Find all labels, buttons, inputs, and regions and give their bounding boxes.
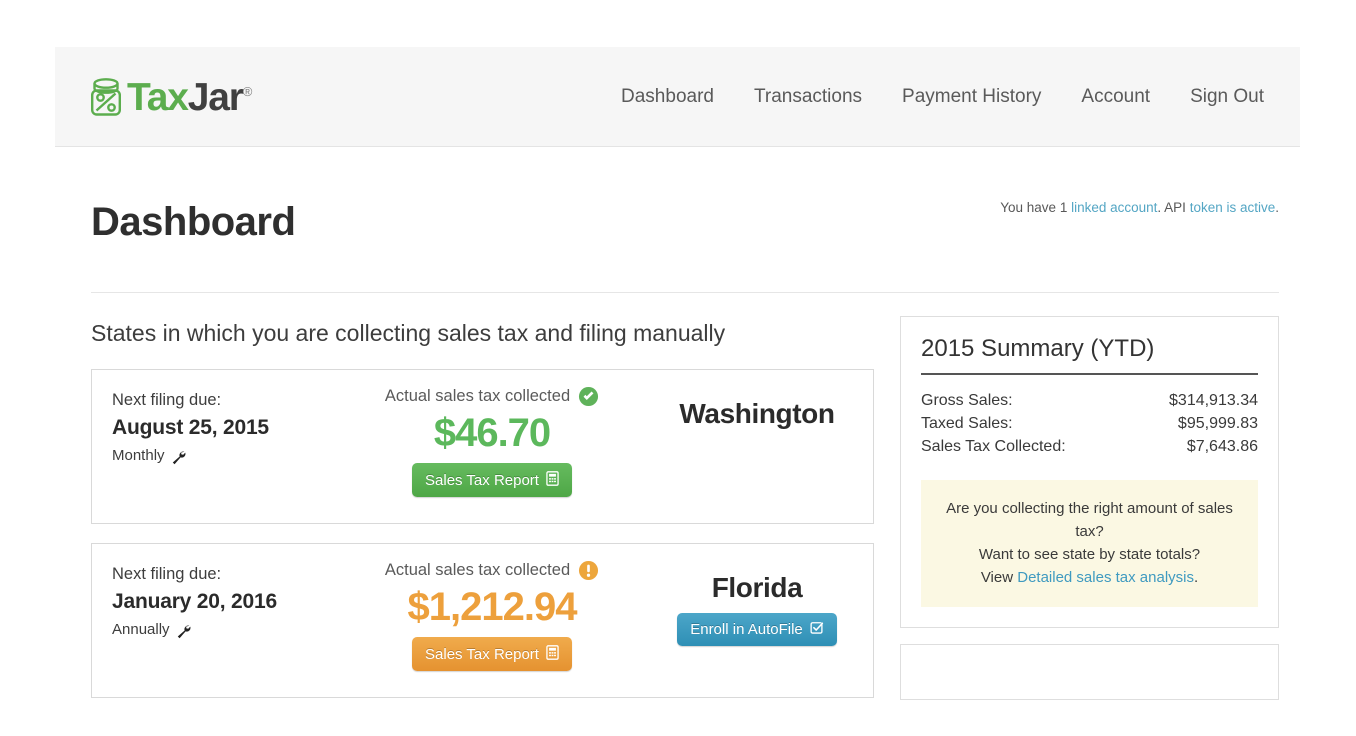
nav-item-sign-out[interactable]: Sign Out [1190, 86, 1264, 108]
sales-tax-analysis-callout: Are you collecting the right amount of s… [921, 480, 1258, 607]
filing-frequency-label: Annually [112, 621, 170, 638]
report-document-icon [546, 645, 559, 663]
account-note-text-1: You have [1000, 200, 1060, 215]
sales-tax-report-button-label: Sales Tax Report [425, 645, 539, 663]
collected-amount-label-text: Actual sales tax collected [384, 561, 571, 579]
next-panel-partial [900, 644, 1279, 700]
state-name: Florida [711, 572, 803, 603]
account-note-text-3: . [1275, 200, 1279, 215]
report-button-wrap: Sales Tax Report [347, 637, 637, 671]
summary-rows: Gross Sales: $314,913.34 Taxed Sales: $9… [921, 389, 1258, 458]
detailed-sales-tax-analysis-link[interactable]: Detailed sales tax analysis [1017, 569, 1194, 586]
summary-row-label: Taxed Sales: [921, 415, 1013, 432]
callout-line-3-suffix: . [1194, 569, 1199, 586]
summary-row: Sales Tax Collected: $7,643.86 [921, 435, 1258, 458]
filing-frequency: Annually [112, 618, 352, 642]
state-name: Washington [679, 398, 835, 429]
filing-frequency: Monthly [112, 444, 352, 468]
report-document-icon [546, 471, 559, 489]
page-root: TaxJar® Dashboard Transactions Payment H… [0, 0, 1356, 736]
brand-name-jar: Jar [187, 75, 244, 119]
nav-links: Dashboard Transactions Payment History A… [621, 47, 1264, 147]
state-block-washington: Washington [652, 394, 862, 434]
filing-due-block: Next filing due: January 20, 2016 Annual… [112, 562, 352, 642]
summary-row-label: Sales Tax Collected: [921, 438, 1066, 455]
collected-amount-label: Actual sales tax collected [347, 386, 637, 407]
exclamation-circle-icon [578, 560, 599, 581]
collected-amount-block: Actual sales tax collected $46.70 Sales … [347, 386, 637, 497]
summary-row-value: $7,643.86 [1186, 438, 1258, 455]
collected-amount-value: $1,212.94 [407, 585, 578, 629]
nav-item-payment-history[interactable]: Payment History [902, 86, 1041, 108]
top-navigation-bar: TaxJar® Dashboard Transactions Payment H… [55, 47, 1300, 147]
sales-tax-report-button[interactable]: Sales Tax Report [412, 463, 572, 497]
collected-amount-label: Actual sales tax collected [347, 560, 637, 581]
report-button-wrap: Sales Tax Report [347, 463, 637, 497]
collected-amount-block: Actual sales tax collected $1,212.94 Sal… [347, 560, 637, 671]
callout-line-3: View Detailed sales tax analysis. [939, 566, 1240, 589]
state-card-florida[interactable]: Next filing due: January 20, 2016 Annual… [91, 543, 874, 698]
check-square-icon [810, 621, 824, 638]
filing-frequency-label: Monthly [112, 447, 165, 464]
state-action-wrap: Enroll in AutoFile [652, 613, 862, 646]
nav-item-account[interactable]: Account [1081, 86, 1150, 108]
summary-panel-title: 2015 Summary (YTD) [921, 335, 1258, 375]
linked-account-link[interactable]: linked account [1071, 200, 1157, 215]
callout-line-3-prefix: View [980, 569, 1018, 586]
enroll-in-autofile-button[interactable]: Enroll in AutoFile [677, 613, 837, 646]
nav-item-transactions[interactable]: Transactions [754, 86, 862, 108]
callout-line-1: Are you collecting the right amount of s… [946, 500, 1233, 540]
wrench-icon[interactable] [171, 449, 186, 464]
filing-due-block: Next filing due: August 25, 2015 Monthly [112, 388, 352, 468]
summary-sidebar: 2015 Summary (YTD) Gross Sales: $314,913… [900, 316, 1279, 700]
summary-row-value: $314,913.34 [1169, 392, 1258, 409]
brand-name-tax: Tax [127, 75, 189, 119]
summary-row-value: $95,999.83 [1177, 415, 1258, 432]
registered-mark: ® [242, 83, 253, 99]
account-status-note: You have 1 linked account. API token is … [979, 197, 1279, 218]
next-filing-due-label: Next filing due: [112, 391, 222, 409]
summary-panel: 2015 Summary (YTD) Gross Sales: $314,913… [900, 316, 1279, 628]
collected-amount-label-text: Actual sales tax collected [384, 387, 571, 405]
next-filing-due-date: January 20, 2016 [112, 590, 277, 613]
account-note-text-2: . API [1157, 200, 1190, 215]
brand-wordmark: TaxJar® [127, 75, 253, 119]
state-cards-list: Next filing due: August 25, 2015 Monthly… [91, 369, 874, 717]
taxjar-logo[interactable]: TaxJar® [88, 73, 253, 121]
state-card-washington[interactable]: Next filing due: August 25, 2015 Monthly… [91, 369, 874, 524]
section-title-manual-filing: States in which you are collecting sales… [91, 320, 726, 346]
wrench-icon[interactable] [176, 623, 191, 638]
state-block-florida: Florida Enroll in AutoFile [652, 568, 862, 646]
sales-tax-report-button-label: Sales Tax Report [425, 471, 539, 489]
header-divider [91, 292, 1279, 293]
page-title: Dashboard [91, 200, 296, 244]
collected-amount-value: $46.70 [433, 411, 551, 455]
sales-tax-report-button[interactable]: Sales Tax Report [412, 637, 572, 671]
tax-jar-logo-icon [88, 77, 124, 117]
next-filing-due-label: Next filing due: [112, 565, 222, 583]
summary-row: Gross Sales: $314,913.34 [921, 389, 1258, 412]
next-filing-due-date: August 25, 2015 [112, 416, 269, 439]
summary-row-label: Gross Sales: [921, 392, 1013, 409]
nav-item-dashboard[interactable]: Dashboard [621, 86, 714, 108]
callout-line-2: Want to see state by state totals? [978, 546, 1201, 563]
page-heading-row: Dashboard You have 1 linked account. API… [91, 190, 1279, 270]
api-token-status-link[interactable]: token is active [1190, 200, 1276, 215]
enroll-in-autofile-button-label: Enroll in AutoFile [690, 621, 803, 638]
summary-row: Taxed Sales: $95,999.83 [921, 412, 1258, 435]
check-circle-icon [578, 386, 599, 407]
